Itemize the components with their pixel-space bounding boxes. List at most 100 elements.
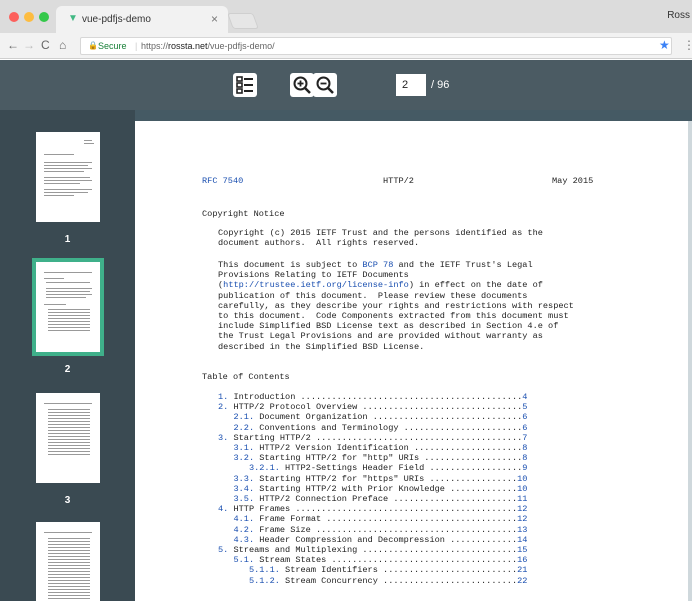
toc-page-number[interactable]: 9: [522, 463, 527, 473]
toc-entry[interactable]: 1. Introduction ........................…: [218, 392, 527, 402]
toc-section-number[interactable]: 3.1.: [218, 443, 254, 453]
toc-entry[interactable]: 2.2. Conventions and Terminology .......…: [218, 423, 527, 433]
toc-entry[interactable]: 4.3. Header Compression and Decompressio…: [218, 535, 527, 545]
profile-name[interactable]: Ross: [667, 10, 690, 21]
paragraph-line: include Simplified BSD License text as d…: [218, 321, 558, 331]
toc-section-number[interactable]: 5.1.2.: [218, 576, 280, 586]
toc-section-number[interactable]: 3.: [218, 433, 228, 443]
toc-page-number[interactable]: 6: [522, 412, 527, 422]
zoom-out-button[interactable]: [313, 73, 337, 97]
toc-page-number[interactable]: 12: [517, 504, 527, 514]
inline-link[interactable]: http://trustee.ietf.org/license-info: [223, 280, 409, 290]
back-arrow-icon[interactable]: ←: [7, 38, 19, 52]
toc-entry[interactable]: 2. HTTP/2 Protocol Overview ............…: [218, 402, 527, 412]
minimize-window-button[interactable]: [24, 12, 34, 22]
toc-page-number[interactable]: 10: [517, 484, 527, 494]
toc-entry[interactable]: 3.4. Starting HTTP/2 with Prior Knowledg…: [218, 484, 527, 494]
paragraph-line: to this document. Code Components extrac…: [218, 311, 569, 321]
toc-section-number[interactable]: 3.5.: [218, 494, 254, 504]
toc-section-number[interactable]: 3.2.: [218, 453, 254, 463]
toc-page-number[interactable]: 8: [522, 453, 527, 463]
reload-icon[interactable]: C: [41, 38, 50, 52]
toc-section-number[interactable]: 3.4.: [218, 484, 254, 494]
toc-entry[interactable]: 5.1.2. Stream Concurrency ..............…: [218, 576, 528, 586]
toc-section-number[interactable]: 4.3.: [218, 535, 254, 545]
toc-title: Frame Size .............................…: [254, 524, 518, 535]
vue-logo-icon: ▼: [68, 13, 78, 24]
forward-arrow-icon[interactable]: →: [23, 38, 35, 52]
pdf-toolbar: / 96: [0, 60, 692, 110]
toc-entry[interactable]: 3. Starting HTTP/2 .....................…: [218, 433, 527, 443]
paragraph-text: to this document. Code Components extrac…: [218, 311, 569, 321]
toc-page-number[interactable]: 15: [517, 545, 527, 555]
toc-page-number[interactable]: 12: [517, 514, 527, 524]
toc-page-number[interactable]: 11: [517, 494, 527, 504]
toc-entry[interactable]: 5.1.1. Stream Identifiers ..............…: [218, 565, 528, 575]
toc-section-number[interactable]: 3.2.1.: [218, 463, 280, 473]
toc-section-number[interactable]: 2.: [218, 402, 228, 412]
toc-section-number[interactable]: 2.1.: [218, 412, 254, 422]
toc-section-number[interactable]: 2.2.: [218, 423, 254, 433]
browser-tab[interactable]: ▼ vue-pdfjs-demo ×: [56, 6, 228, 33]
toc-section-number[interactable]: 5.1.: [218, 555, 254, 565]
toc-section-number[interactable]: 1.: [218, 392, 228, 402]
home-icon[interactable]: ⌂: [59, 38, 66, 52]
paragraph-line: Provisions Relating to IETF Documents: [218, 270, 409, 280]
inline-link[interactable]: BCP 78: [362, 260, 393, 270]
toc-entry[interactable]: 5.1. Stream States .....................…: [218, 555, 527, 565]
thumbnail-page-1[interactable]: [36, 132, 100, 222]
thumbnail-page-3[interactable]: [36, 393, 100, 483]
browser-menu-icon[interactable]: ⋮: [683, 38, 692, 52]
toc-page-number[interactable]: 5: [522, 402, 527, 412]
tab-close-icon[interactable]: ×: [211, 12, 218, 26]
url-path: /vue-pdfjs-demo/: [207, 41, 275, 51]
page-scrollbar[interactable]: [688, 121, 692, 601]
page-number-input[interactable]: [396, 74, 426, 96]
maximize-window-button[interactable]: [39, 12, 49, 22]
toc-entry[interactable]: 2.1. Document Organization .............…: [218, 412, 527, 422]
toc-entry[interactable]: 3.3. Starting HTTP/2 for "https" URIs ..…: [218, 474, 527, 484]
toc-entry[interactable]: 3.5. HTTP/2 Connection Preface .........…: [218, 494, 527, 504]
close-window-button[interactable]: [9, 12, 19, 22]
toc-section-number[interactable]: 4.1.: [218, 514, 254, 524]
toc-page-number[interactable]: 7: [522, 433, 527, 443]
toc-page-number[interactable]: 21: [517, 565, 527, 575]
toc-entry[interactable]: 4.1. Frame Format ......................…: [218, 514, 527, 524]
toc-section-number[interactable]: 5.1.1.: [218, 565, 280, 575]
toc-title: Introduction ...........................…: [228, 392, 523, 402]
toc-entry[interactable]: 3.1. HTTP/2 Version Identification .....…: [218, 443, 527, 453]
toggle-thumbnails-button[interactable]: [233, 73, 257, 97]
bookmark-star-icon[interactable]: ★: [659, 38, 670, 52]
thumbnail-sidebar[interactable]: 1 2 3: [0, 110, 135, 601]
toc-page-number[interactable]: 8: [522, 443, 527, 453]
toc-entry[interactable]: 3.2.1. HTTP2-Settings Header Field .....…: [218, 463, 528, 473]
header-rfc-link[interactable]: RFC 7540: [202, 176, 243, 186]
toc-title: HTTP/2 Connection Preface ..............…: [254, 494, 518, 504]
toc-page-number[interactable]: 6: [522, 423, 527, 433]
url-scheme: https://: [141, 41, 169, 51]
toc-section-number[interactable]: 5.: [218, 545, 228, 555]
toc-section-number[interactable]: 4.: [218, 504, 228, 514]
new-tab-button[interactable]: [227, 13, 259, 29]
list-icon: [236, 76, 253, 94]
toc-entry[interactable]: 5. Streams and Multiplexing ............…: [218, 545, 527, 555]
paragraph-text: the Trust Legal Provisions and are provi…: [218, 331, 543, 342]
toc-entry[interactable]: 4. HTTP Frames .........................…: [218, 504, 527, 514]
toc-title: Conventions and Terminology ............…: [254, 422, 523, 433]
thumbnail-number: 3: [64, 495, 71, 506]
toc-page-number[interactable]: 14: [517, 535, 527, 545]
zoom-in-button[interactable]: [290, 73, 314, 97]
toc-section-number[interactable]: 3.3.: [218, 474, 254, 484]
paragraph-text: described in the Simplified BSD License.: [218, 341, 425, 352]
toc-section-number[interactable]: 4.2.: [218, 525, 254, 535]
thumbnail-page-2[interactable]: [32, 258, 104, 356]
thumbnail-page-4[interactable]: [36, 522, 100, 601]
toc-entry[interactable]: 4.2. Frame Size ........................…: [218, 525, 527, 535]
toc-entry[interactable]: 3.2. Starting HTTP/2 for "http" URIs ...…: [218, 453, 527, 463]
toc-page-number[interactable]: 16: [517, 555, 527, 565]
url-input[interactable]: 🔒 Secure | https://rossta.net/vue-pdfjs-…: [80, 37, 672, 55]
toc-page-number[interactable]: 4: [522, 392, 527, 402]
toc-page-number[interactable]: 22: [517, 576, 527, 586]
toc-page-number[interactable]: 10: [517, 474, 527, 484]
toc-page-number[interactable]: 13: [517, 525, 527, 535]
